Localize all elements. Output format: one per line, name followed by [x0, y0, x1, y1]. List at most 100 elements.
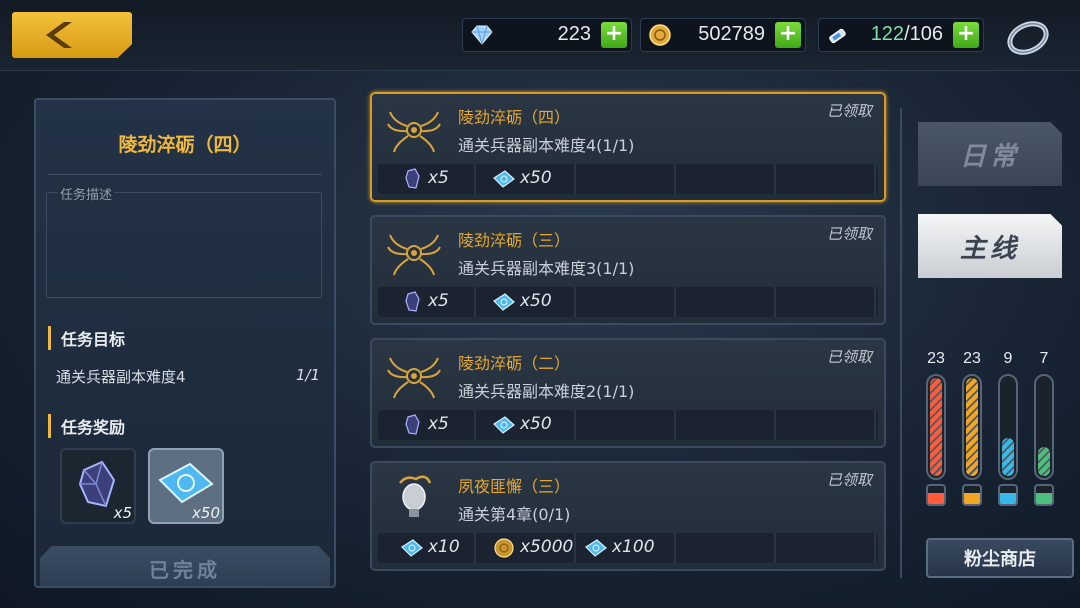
- quest-name: 陵劲淬砺（四）: [458, 108, 571, 127]
- coin-icon: [492, 537, 516, 559]
- meter-bulb: [1034, 484, 1054, 506]
- dust-meter: 23: [926, 350, 946, 508]
- quest-name: 陵劲淬砺（二）: [458, 354, 571, 373]
- goal-heading: 任务目标: [48, 326, 125, 350]
- dust-meter: 23: [962, 350, 982, 508]
- completed-label: 已完成: [149, 558, 221, 582]
- quest-status: 已领取: [826, 225, 872, 243]
- meter-value: 23: [963, 350, 981, 367]
- reward-slot: [678, 164, 776, 194]
- reward-slot: [778, 410, 876, 440]
- quest-description: 通关兵器副本难度4(1/1): [458, 136, 635, 155]
- quest-card[interactable]: 陵劲淬砺（四） 通关兵器副本难度4(1/1) 已领取 x5 x50: [370, 92, 886, 202]
- quest-status: 已领取: [826, 471, 872, 489]
- reward-slot: [578, 287, 676, 317]
- winged-emblem-icon: [386, 227, 442, 279]
- reward-slot: [378, 410, 476, 440]
- add-stamina-button[interactable]: +: [953, 22, 979, 48]
- gems-value: 223: [557, 23, 591, 45]
- coins-counter: 502789 +: [640, 18, 806, 52]
- meter-bulb: [962, 484, 982, 506]
- quest-card[interactable]: 陵劲淬砺（三） 通关兵器副本难度3(1/1) 已领取 x5 x50: [370, 215, 886, 325]
- tab-daily-label: 日常: [959, 142, 1020, 172]
- reward-slot: [678, 287, 776, 317]
- meter-fill: [930, 378, 942, 476]
- quest-reward-bar: x5 x50: [378, 410, 878, 440]
- gems-counter: 223 +: [462, 18, 632, 52]
- tab-main[interactable]: 主线: [918, 214, 1062, 278]
- reward-slot: [678, 533, 776, 563]
- dust-meter: 7: [1034, 350, 1054, 508]
- coin-icon: [649, 24, 671, 46]
- blueprint-icon: [492, 168, 516, 190]
- syringe-icon: [829, 28, 846, 44]
- meter-bulb: [998, 484, 1018, 506]
- ring-icon[interactable]: [1004, 14, 1052, 58]
- meter-fill: [966, 378, 978, 476]
- description-label: 任务描述: [58, 184, 115, 203]
- meter-fill: [1002, 438, 1014, 476]
- reward-qty: x50: [520, 414, 552, 434]
- quest-name: 夙夜匪懈（三）: [458, 477, 571, 496]
- reward-heading: 任务奖励: [48, 414, 125, 438]
- dust-shop-button[interactable]: 粉尘商店: [926, 538, 1074, 578]
- reward-item-blueprint[interactable]: x50: [148, 448, 224, 524]
- reward-slot: [778, 164, 876, 194]
- quest-status: 已领取: [826, 102, 872, 120]
- winged-emblem-icon: [386, 104, 442, 156]
- reward-qty: x5: [428, 291, 449, 311]
- reward-slot: [678, 410, 776, 440]
- add-gems-button[interactable]: +: [601, 22, 627, 48]
- tab-daily[interactable]: 日常: [918, 122, 1062, 186]
- winged-emblem-icon: [386, 350, 442, 402]
- crystal-icon: [400, 414, 424, 436]
- quest-description: 通关兵器副本难度2(1/1): [458, 382, 635, 401]
- lightbulb-icon: [386, 473, 442, 525]
- reward-qty: x50: [520, 168, 552, 188]
- reward-qty: x5000: [520, 537, 574, 557]
- back-button[interactable]: [12, 12, 132, 58]
- coins-value: 502789: [698, 23, 765, 45]
- quest-name: 陵劲淬砺（三）: [458, 231, 571, 250]
- title-divider: [48, 174, 322, 175]
- quest-card[interactable]: 夙夜匪懈（三） 通关第4章(0/1) 已领取 x10 x5000 x100: [370, 461, 886, 571]
- meter-fill: [1038, 447, 1050, 476]
- reward-slot: [578, 410, 676, 440]
- reward-slot: [378, 287, 476, 317]
- meter-value: 7: [1039, 350, 1049, 367]
- add-coins-button[interactable]: +: [775, 22, 801, 48]
- goal-text: 通关兵器副本难度4: [56, 368, 186, 386]
- goal-progress: 1/1: [295, 366, 320, 384]
- quest-card[interactable]: 陵劲淬砺（二） 通关兵器副本难度2(1/1) 已领取 x5 x50: [370, 338, 886, 448]
- scroll-divider: [900, 108, 902, 578]
- blueprint-icon: [584, 537, 608, 559]
- quest-reward-bar: x10 x5000 x100: [378, 533, 878, 563]
- reward-qty: x50: [192, 504, 220, 522]
- blueprint-icon: [400, 537, 424, 559]
- meter-tube: [926, 374, 946, 480]
- completed-button[interactable]: 已完成: [40, 546, 330, 586]
- stamina-value: 122/106: [870, 23, 943, 45]
- meter-bulb: [926, 484, 946, 506]
- reward-qty: x5: [113, 504, 132, 522]
- reward-item-crystal[interactable]: x5: [60, 448, 136, 524]
- quest-description: 通关第4章(0/1): [458, 505, 571, 524]
- meter-tube: [998, 374, 1018, 480]
- meter-tube: [962, 374, 982, 480]
- reward-slot: [378, 164, 476, 194]
- reward-qty: x5: [428, 414, 449, 434]
- reward-slot: [578, 164, 676, 194]
- description-box: [46, 192, 322, 298]
- top-bar: 223 + 502789 + 122/106 +: [0, 0, 1080, 71]
- crystal-icon: [400, 291, 424, 313]
- reward-qty: x10: [428, 537, 460, 557]
- quest-reward-bar: x5 x50: [378, 287, 878, 317]
- meter-tube: [1034, 374, 1054, 480]
- stamina-counter: 122/106 +: [818, 18, 984, 52]
- dust-shop-label: 粉尘商店: [964, 549, 1036, 570]
- diamond-icon: [471, 25, 493, 45]
- chevron-left-icon: [46, 22, 72, 48]
- blueprint-icon: [492, 291, 516, 313]
- quest-status: 已领取: [826, 348, 872, 366]
- tab-main-label: 主线: [959, 234, 1020, 264]
